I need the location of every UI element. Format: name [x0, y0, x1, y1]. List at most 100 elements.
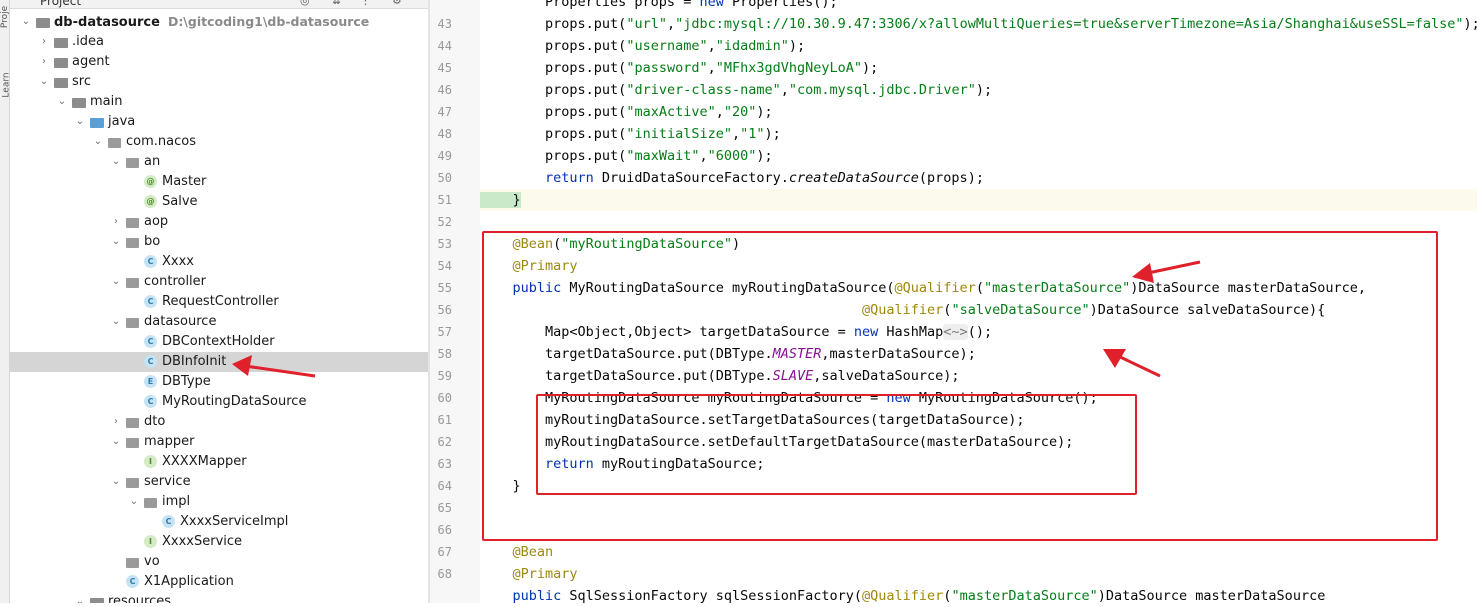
line-number: 47	[437, 105, 452, 119]
tree-item[interactable]: ⌄ service	[10, 472, 428, 492]
code-token: new	[853, 324, 879, 340]
chevron-right-icon[interactable]: ›	[110, 212, 122, 232]
tree-item[interactable]: ⌄ impl	[10, 492, 428, 512]
line-number: 46	[437, 83, 452, 97]
chevron-right-icon[interactable]: ›	[38, 32, 50, 52]
tree-item[interactable]: @ Salve	[10, 192, 428, 212]
tree-item[interactable]: ⌄ mapper	[10, 432, 428, 452]
chevron-down-icon[interactable]: ⌄	[110, 472, 122, 492]
project-strip-label[interactable]: Proje	[0, 6, 10, 28]
code-line[interactable]: targetDataSource.put(DBType.SLAVE,salveD…	[480, 365, 960, 387]
code-line[interactable]: public SqlSessionFactory sqlSessionFacto…	[480, 585, 1326, 603]
code-token: targetDataSource.put(DBType.	[480, 368, 773, 384]
chevron-down-icon[interactable]: ⌄	[110, 232, 122, 252]
code-line[interactable]: props.put("driver-class-name","com.mysql…	[480, 79, 992, 101]
chevron-down-icon[interactable]: ⌄	[110, 312, 122, 332]
code-line[interactable]: }	[480, 475, 521, 497]
line-number: 65	[437, 501, 452, 515]
options-icon[interactable]: ⋮	[360, 0, 371, 8]
chevron-down-icon[interactable]: ⌄	[20, 12, 32, 32]
chevron-right-icon[interactable]: ›	[110, 412, 122, 432]
tree-item[interactable]: ⌄ src	[10, 72, 428, 92]
tree-item[interactable]: C MyRoutingDataSource	[10, 392, 428, 412]
chevron-down-icon[interactable]: ⌄	[110, 432, 122, 452]
chevron-down-icon[interactable]: ⌄	[74, 112, 86, 132]
chevron-right-icon[interactable]: ›	[38, 52, 50, 72]
code-editor[interactable]: Properties props = new Properties(); pro…	[480, 0, 1477, 603]
chevron-down-icon[interactable]: ⌄	[128, 492, 140, 512]
code-line[interactable]: @Qualifier("salveDataSource")DataSource …	[480, 299, 1325, 321]
tree-item[interactable]: ⌄ datasource	[10, 312, 428, 332]
code-token: DruidDataSourceFactory.	[593, 170, 789, 186]
code-token: ,salveDataSource);	[813, 368, 960, 384]
package-icon	[126, 238, 139, 248]
code-line[interactable]: MyRoutingDataSource myRoutingDataSource …	[480, 387, 1098, 409]
chevron-down-icon[interactable]: ⌄	[110, 152, 122, 172]
locate-icon[interactable]: ◎	[300, 0, 310, 8]
code-line[interactable]: myRoutingDataSource.setDefaultTargetData…	[480, 431, 1073, 453]
tree-item[interactable]: C DBContextHolder	[10, 332, 428, 352]
code-token: MASTER	[772, 346, 822, 362]
code-token: ,	[731, 126, 741, 142]
code-line[interactable]: Properties props = new Properties();	[480, 0, 838, 13]
code-line[interactable]: }	[480, 189, 1477, 211]
tree-item[interactable]: ⌄ controller	[10, 272, 428, 292]
code-line[interactable]: props.put("username","idadmin");	[480, 35, 805, 57]
code-line[interactable]: props.put("initialSize","1");	[480, 123, 781, 145]
code-line[interactable]: @Primary	[480, 563, 578, 585]
tree-item[interactable]: ⌄ java	[10, 112, 428, 132]
tree-item[interactable]: › aop	[10, 212, 428, 232]
tree-item-label: Xxxx	[162, 254, 194, 269]
code-token: props.put(	[480, 60, 627, 76]
tree-item-label: Salve	[162, 194, 198, 209]
code-line[interactable]: @Bean("myRoutingDataSource")	[480, 233, 741, 255]
folder-icon	[54, 78, 68, 88]
tree-item[interactable]: C XxxxServiceImpl	[10, 512, 428, 532]
code-token: );	[764, 126, 781, 142]
code-line[interactable]: Map<Object,Object> targetDataSource = ne…	[480, 321, 992, 343]
tree-item[interactable]: I XXXXMapper	[10, 452, 428, 472]
tree-item[interactable]: vo	[10, 552, 428, 572]
chevron-down-icon[interactable]: ⌄	[38, 72, 50, 92]
tree-item[interactable]: @ Master	[10, 172, 428, 192]
code-line[interactable]: return myRoutingDataSource;	[480, 453, 764, 475]
chevron-down-icon[interactable]: ⌄	[74, 592, 86, 603]
code-line[interactable]: public MyRoutingDataSource myRoutingData…	[480, 277, 1366, 299]
tree-item[interactable]: ⌄ com.nacos	[10, 132, 428, 152]
tree-item[interactable]: ⌄ an	[10, 152, 428, 172]
project-tree-panel: Project ◎ ⇊ ⋮ ⚙ ⌄ db-datasource D:\gitcodi…	[10, 0, 428, 603]
tree-item[interactable]: E DBType	[10, 372, 428, 392]
tree-item[interactable]: ⌄ db-datasource D:\gitcoding1\db-datasourc…	[10, 12, 428, 32]
tree-item[interactable]: ⌄ main	[10, 92, 428, 112]
project-panel-header: Project ◎ ⇊ ⋮ ⚙	[10, 0, 428, 9]
code-token: MyRoutingDataSource myRoutingDataSource(	[561, 280, 895, 296]
chevron-down-icon[interactable]: ⌄	[56, 92, 68, 112]
tree-item[interactable]: › .idea	[10, 32, 428, 52]
code-line[interactable]: return DruidDataSourceFactory.createData…	[480, 167, 984, 189]
code-line[interactable]: props.put("url","jdbc:mysql://10.30.9.47…	[480, 13, 1477, 35]
code-line[interactable]: targetDataSource.put(DBType.MASTER,maste…	[480, 343, 976, 365]
tree-item[interactable]: C X1Application	[10, 572, 428, 592]
tree-item[interactable]: ⌄ bo	[10, 232, 428, 252]
code-line[interactable]: props.put("maxWait","6000");	[480, 145, 773, 167]
code-line[interactable]: myRoutingDataSource.setTargetDataSources…	[480, 409, 1025, 431]
tree-item[interactable]: › agent	[10, 52, 428, 72]
tree-item[interactable]: C RequestController	[10, 292, 428, 312]
tree-item[interactable]: C Xxxx	[10, 252, 428, 272]
code-line[interactable]: @Bean	[480, 541, 554, 563]
collapse-all-icon[interactable]: ⇊	[332, 0, 341, 8]
tree-item[interactable]: C DBInfoInit	[10, 352, 428, 372]
tree-item[interactable]: › dto	[10, 412, 428, 432]
code-line[interactable]: props.put("password","MFhx3gdVhgNeyLoA")…	[480, 57, 878, 79]
line-number: 49	[437, 149, 452, 163]
project-panel-title[interactable]: Project	[40, 0, 81, 8]
code-line[interactable]: @Primary	[480, 255, 578, 277]
line-number: 50	[437, 171, 452, 185]
chevron-down-icon[interactable]: ⌄	[110, 272, 122, 292]
tree-item[interactable]: ⌄ resources	[10, 592, 428, 603]
tree-item[interactable]: I XxxxService	[10, 532, 428, 552]
chevron-down-icon[interactable]: ⌄	[92, 132, 104, 152]
package-icon	[126, 478, 139, 488]
code-line[interactable]: props.put("maxActive","20");	[480, 101, 773, 123]
gear-icon[interactable]: ⚙	[392, 0, 402, 8]
